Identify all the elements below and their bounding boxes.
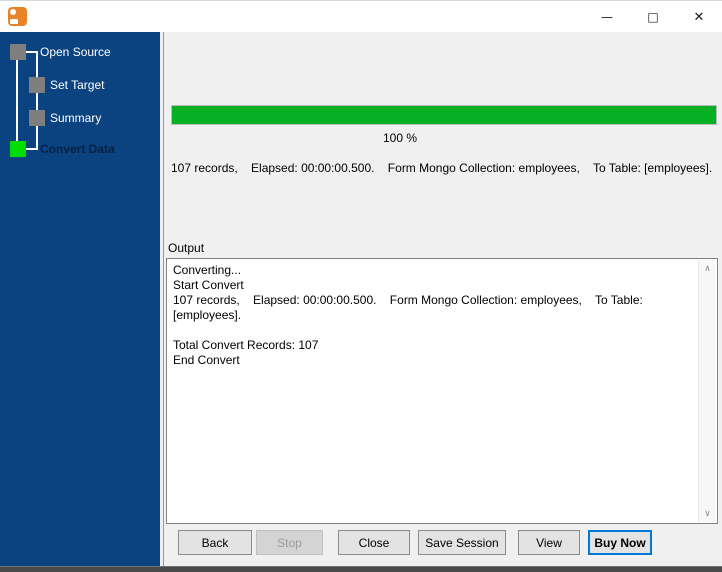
output-log-text: Converting... Start Convert 107 records,… bbox=[173, 263, 695, 519]
step-marker-open-source bbox=[10, 44, 26, 60]
step-connector-line bbox=[26, 51, 38, 53]
wizard-steps-sidebar: Open Source Set Target Summary Convert D… bbox=[0, 32, 160, 566]
step-label-open-source: Open Source bbox=[40, 44, 111, 60]
window-bottom-border bbox=[0, 566, 722, 572]
step-label-summary: Summary bbox=[50, 110, 101, 126]
button-row: Back Stop Close Save Session View Buy No… bbox=[163, 530, 722, 555]
view-button[interactable]: View bbox=[518, 530, 580, 555]
app-icon bbox=[8, 7, 27, 26]
app-icon-tag bbox=[10, 19, 18, 24]
buy-now-button[interactable]: Buy Now bbox=[588, 530, 652, 555]
main-panel: 100 % 107 records, Elapsed: 00:00:00.500… bbox=[160, 32, 722, 566]
step-connector-line bbox=[16, 60, 18, 141]
step-marker-convert-data-active bbox=[10, 141, 26, 157]
save-session-button[interactable]: Save Session bbox=[418, 530, 506, 555]
maximize-icon[interactable]: □ bbox=[630, 1, 676, 33]
scroll-up-icon[interactable]: ∧ bbox=[699, 260, 716, 277]
back-button[interactable]: Back bbox=[178, 530, 252, 555]
app-window: — □ ✕ Open Source Set Target Summary Con… bbox=[0, 0, 722, 572]
progress-bar bbox=[171, 105, 717, 125]
titlebar: — □ ✕ bbox=[0, 0, 722, 33]
step-label-set-target: Set Target bbox=[50, 77, 104, 93]
stop-button[interactable]: Stop bbox=[256, 530, 323, 555]
step-connector-line bbox=[36, 51, 38, 150]
window-controls: — □ ✕ bbox=[584, 1, 722, 33]
close-button[interactable]: Close bbox=[338, 530, 410, 555]
step-label-convert-data: Convert Data bbox=[40, 141, 115, 157]
conversion-status-line: 107 records, Elapsed: 00:00:00.500. Form… bbox=[171, 161, 712, 175]
output-log-box[interactable]: Converting... Start Convert 107 records,… bbox=[166, 258, 718, 524]
output-label: Output bbox=[168, 241, 204, 255]
step-connector-line bbox=[26, 148, 38, 150]
step-marker-set-target bbox=[29, 77, 45, 93]
progress-percent-label: 100 % bbox=[163, 131, 637, 145]
output-scrollbar[interactable]: ∧ ∨ bbox=[698, 260, 716, 522]
close-icon[interactable]: ✕ bbox=[676, 1, 722, 33]
progress-fill bbox=[172, 106, 716, 124]
scroll-down-icon[interactable]: ∨ bbox=[699, 505, 716, 522]
step-marker-summary bbox=[29, 110, 45, 126]
app-icon-dot bbox=[10, 9, 16, 15]
minimize-icon[interactable]: — bbox=[584, 1, 630, 33]
